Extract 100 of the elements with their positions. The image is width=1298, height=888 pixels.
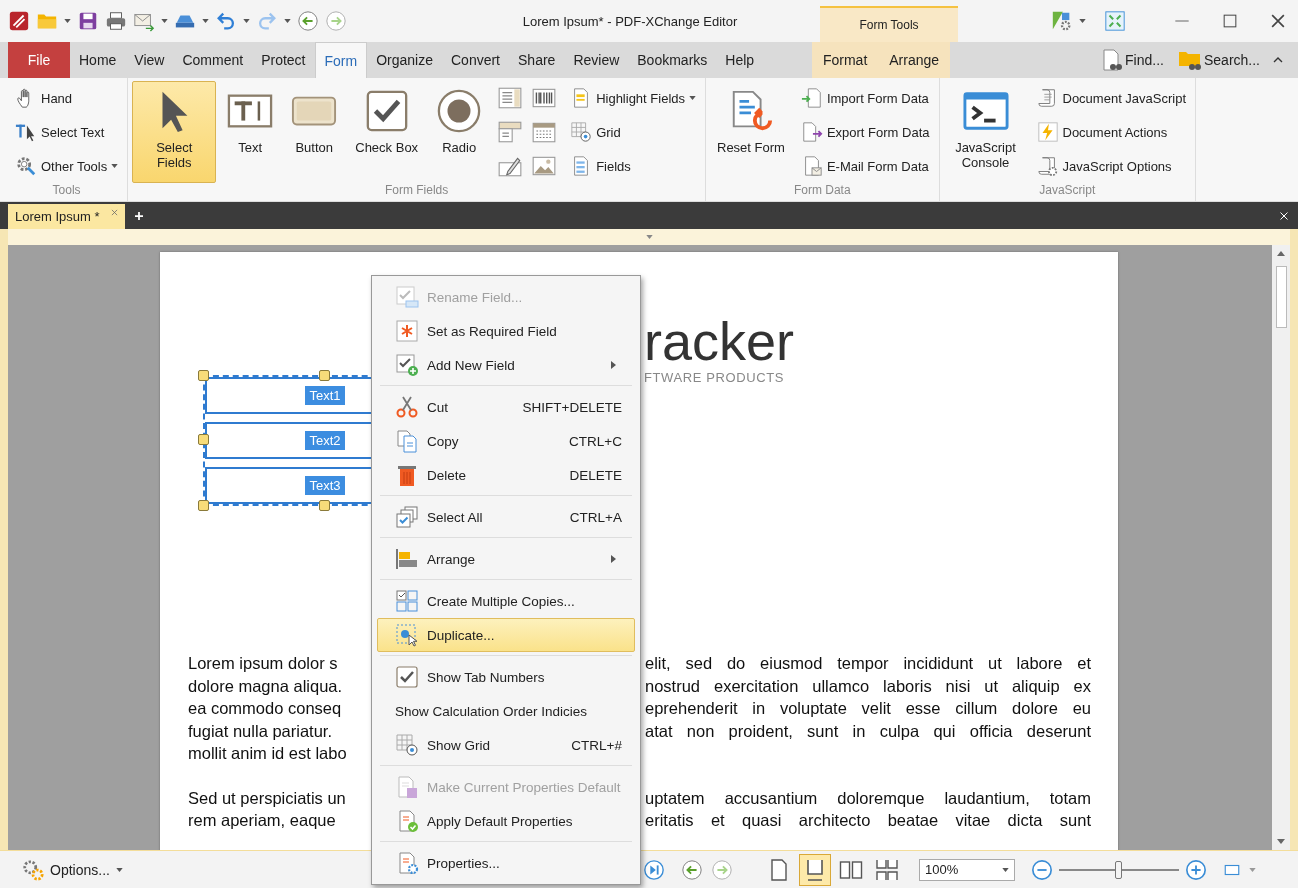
grid-icon: [395, 733, 419, 757]
group-label: Form Fields: [383, 183, 450, 199]
menu-item[interactable]: Create Multiple Copies...: [377, 584, 635, 618]
gears-icon: [22, 858, 44, 881]
menu-tab[interactable]: Convert: [442, 42, 509, 78]
menu-tab[interactable]: Comment: [173, 42, 253, 78]
menu-item[interactable]: Arrange: [377, 542, 635, 576]
ribbon-button[interactable]: Select Fields: [132, 81, 217, 183]
fullscreen-icon[interactable]: [1104, 10, 1126, 32]
menu-tab[interactable]: Home: [70, 42, 126, 78]
resize-handle[interactable]: [198, 500, 209, 511]
find-button[interactable]: Find...: [1095, 48, 1168, 72]
zoom-out-icon[interactable]: [1031, 858, 1053, 881]
ribbon-button[interactable]: Radio: [429, 81, 490, 183]
ribbon-button[interactable]: Grid: [568, 119, 698, 145]
new-tab-icon[interactable]: [132, 209, 145, 222]
resize-handle[interactable]: [198, 370, 209, 381]
slider-thumb[interactable]: [1115, 860, 1122, 879]
app-logo-icon[interactable]: [8, 10, 30, 32]
ribbon-button[interactable]: Text: [220, 81, 281, 183]
caret-icon[interactable]: [64, 19, 71, 23]
menu-item[interactable]: Show Calculation Order Indicies: [377, 694, 635, 728]
ribbon-button[interactable]: Check Box: [348, 81, 426, 183]
ribbon-button[interactable]: Other Tools: [13, 153, 121, 179]
ribbon-button[interactable]: Import Form Data: [798, 85, 932, 111]
caret-icon[interactable]: [202, 19, 209, 23]
align-bars-icon: [395, 547, 419, 571]
continuous-pages-icon[interactable]: [799, 853, 831, 886]
ribbon-button[interactable]: Document JavaScript: [1034, 85, 1189, 111]
field-name-tag: Text1: [305, 386, 345, 405]
four-squares-icon: [395, 589, 419, 613]
caret-icon[interactable]: [1079, 19, 1086, 23]
last-page-icon[interactable]: [643, 858, 665, 881]
menu-item[interactable]: Duplicate...: [377, 618, 635, 652]
context-tab-group-header: Form Tools: [820, 6, 958, 42]
caret-icon[interactable]: [161, 19, 168, 23]
options-button[interactable]: Options...: [16, 857, 129, 882]
undo-icon[interactable]: [215, 10, 237, 32]
ribbon-button[interactable]: Hand: [13, 85, 121, 111]
group-label: Form Data: [792, 183, 852, 199]
menu-tab[interactable]: Form: [314, 42, 368, 78]
search-button[interactable]: Search...: [1173, 48, 1264, 72]
menu-tab[interactable]: Review: [564, 42, 629, 78]
ribbon-button[interactable]: Fields: [568, 153, 698, 179]
vertical-scrollbar[interactable]: [1272, 245, 1290, 850]
body-text-line: mollit anim id est labo: [188, 743, 347, 764]
menu-tab[interactable]: Arrange: [880, 42, 949, 78]
caret-icon[interactable]: [645, 235, 653, 239]
caret-icon[interactable]: [284, 19, 291, 23]
ribbon-button[interactable]: Highlight Fields: [568, 85, 698, 111]
menu-tab[interactable]: Share: [509, 42, 565, 78]
ribbon-button[interactable]: Button: [284, 81, 345, 183]
menu-item[interactable]: Apply Default Properties: [377, 804, 635, 838]
duplicate-field-icon: [395, 623, 419, 647]
dropdown-list-icon[interactable]: [497, 119, 524, 145]
list-box-icon[interactable]: [497, 85, 524, 111]
zoom-dropdown[interactable]: 100%: [919, 858, 1015, 881]
close-icon[interactable]: [1278, 209, 1290, 222]
group-label: JavaScript: [1038, 183, 1097, 199]
back-icon[interactable]: [297, 10, 319, 32]
scroll-down-icon[interactable]: [1277, 839, 1285, 844]
menu-tab[interactable]: Help: [716, 42, 764, 78]
body-text-line: Sed ut perspiciatis un: [188, 787, 346, 809]
menu-tab[interactable]: Protect: [252, 42, 315, 78]
resize-handle[interactable]: [198, 434, 209, 445]
ribbon-button[interactable]: JavaScript Options: [1034, 153, 1189, 179]
ribbon-button[interactable]: E-Mail Form Data: [798, 153, 932, 179]
menu-item[interactable]: Set as Required Field: [377, 314, 635, 348]
lightning-icon: [1036, 121, 1059, 143]
printer-icon[interactable]: [105, 10, 127, 32]
submenu-arrow-icon: [611, 361, 616, 369]
ribbon-button[interactable]: Document Actions: [1034, 119, 1189, 145]
body-text-line: eritatis et quasi architecto beatae vitae dicta sunt: [645, 810, 1091, 831]
body-text-line: fugiat nulla pariatur.: [188, 720, 332, 742]
body-text-line: elit, sed do eiusmod tempor incididunt ut labore et: [645, 653, 1091, 674]
menu-item[interactable]: Show Grid CTRL+#: [377, 728, 635, 762]
caret-icon[interactable]: [243, 19, 250, 23]
zoom-in-icon[interactable]: [1185, 858, 1207, 881]
resize-handle[interactable]: [319, 370, 330, 381]
menu-tab[interactable]: File: [8, 42, 70, 78]
ribbon-button[interactable]: Export Form Data: [798, 119, 932, 145]
caret-icon: [1002, 867, 1009, 872]
document-tab[interactable]: Lorem Ipsum *: [8, 204, 125, 229]
copy-icon: [395, 429, 419, 453]
gear-wrench-icon: [15, 155, 37, 177]
document-export-icon: [800, 121, 823, 143]
menu-tab[interactable]: Format: [813, 42, 877, 78]
caret-icon: [689, 96, 696, 100]
menu-item[interactable]: Show Tab Numbers: [377, 660, 635, 694]
layout-settings-icon[interactable]: [1051, 10, 1073, 32]
scrollbar-thumb[interactable]: [1275, 266, 1287, 328]
resize-handle[interactable]: [319, 500, 330, 511]
menu-tab[interactable]: Organize: [367, 42, 442, 78]
menu-item[interactable]: Properties...: [377, 846, 635, 880]
scroll-up-icon[interactable]: [1277, 251, 1285, 256]
menu-tab[interactable]: View: [125, 42, 174, 78]
ribbon-button[interactable]: Reset Form: [710, 81, 792, 183]
menu-tab[interactable]: Bookmarks: [628, 42, 717, 78]
ribbon-button[interactable]: JavaScript Console: [943, 81, 1028, 183]
ribbon-button[interactable]: Select Text: [13, 119, 121, 145]
